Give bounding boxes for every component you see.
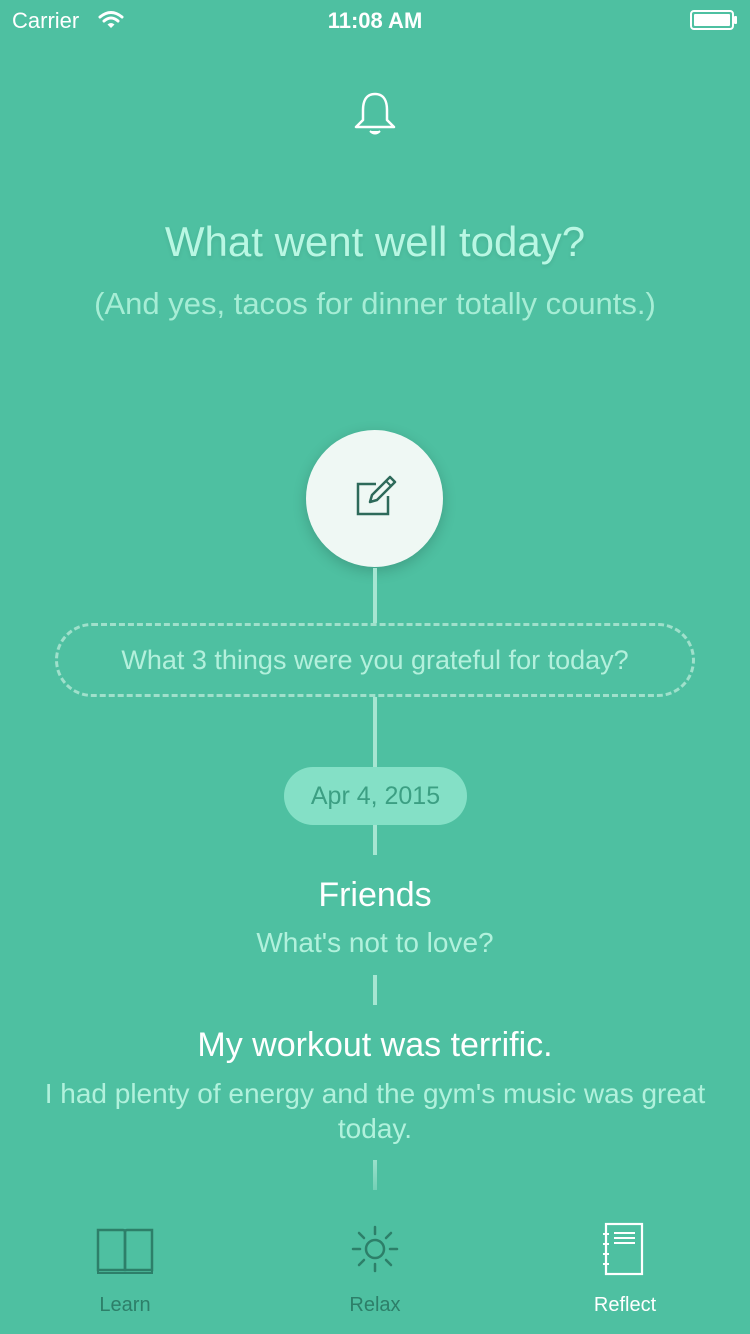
timeline-line (373, 697, 377, 767)
entry-title[interactable]: My workout was terrific. (0, 1026, 750, 1065)
entry-detail: I had plenty of energy and the gym's mus… (44, 1078, 706, 1144)
book-icon (96, 1228, 154, 1274)
tab-label: Learn (99, 1294, 151, 1316)
bell-icon[interactable] (352, 90, 398, 138)
timeline-line (373, 568, 377, 623)
tab-reflect[interactable]: Reflect (500, 1210, 750, 1334)
status-bar: Carrier 11:08 AM (0, 0, 750, 40)
compose-icon (356, 475, 397, 516)
page-title: What went well today? (164, 218, 586, 265)
entry-title[interactable]: Friends (0, 876, 750, 915)
compose-entry-button[interactable] (306, 430, 443, 567)
entry-detail: What's not to love? (256, 927, 494, 958)
tab-learn[interactable]: Learn (0, 1210, 250, 1334)
clock: 11:08 AM (327, 8, 423, 33)
entry-date-badge: Apr 4, 2015 (284, 767, 467, 825)
battery-icon (690, 10, 737, 30)
timeline-line (373, 825, 377, 855)
sun-icon (351, 1225, 399, 1273)
tab-relax[interactable]: Relax (250, 1210, 500, 1334)
tab-label: Relax (349, 1294, 401, 1316)
tab-label: Reflect (593, 1294, 657, 1316)
timeline-line (373, 975, 377, 1005)
page-subtitle: (And yes, tacos for dinner totally count… (94, 286, 656, 321)
tab-bar: Learn Relax Reflect (0, 1210, 750, 1334)
reflect-screen: Carrier 11:08 AM What went well today? (… (0, 0, 750, 1334)
notebook-icon (603, 1222, 644, 1276)
gratitude-prompt[interactable]: What 3 things were you grateful for toda… (55, 623, 695, 697)
